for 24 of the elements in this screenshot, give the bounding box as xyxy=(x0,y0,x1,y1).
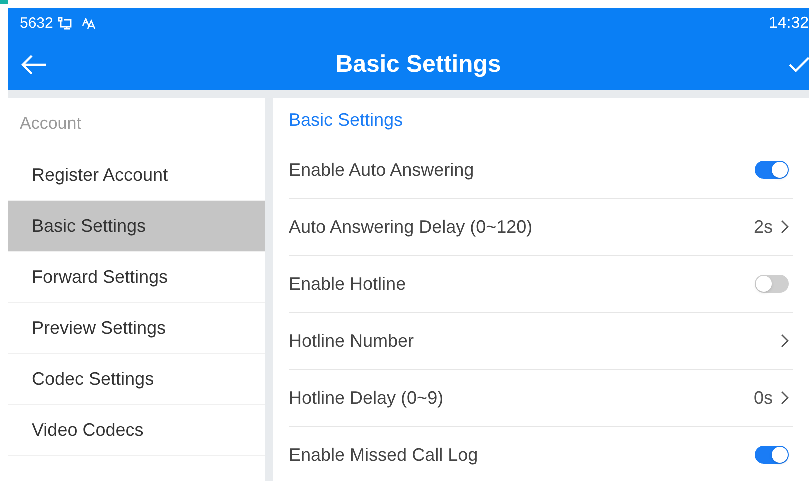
setting-value: 2s xyxy=(754,216,773,238)
checkmark-icon[interactable] xyxy=(789,57,809,73)
toggle-switch[interactable] xyxy=(755,161,789,179)
setting-label: Enable Missed Call Log xyxy=(289,444,478,467)
section-heading: Account xyxy=(20,113,82,136)
chevron-right-icon xyxy=(781,334,789,348)
back-arrow-icon[interactable] xyxy=(20,54,48,76)
network-icon xyxy=(58,17,74,31)
extension-number: 5632 xyxy=(20,14,54,34)
font-size-icon xyxy=(82,18,96,30)
setting-label: Hotline Number xyxy=(289,330,414,352)
chevron-right-icon xyxy=(781,220,789,234)
setting-label: Enable Auto Answering xyxy=(289,158,474,182)
toggle-switch[interactable] xyxy=(755,275,789,293)
clock-time: 14:32 xyxy=(768,14,809,34)
panel-heading: Basic Settings xyxy=(289,108,404,132)
setting-label: Hotline Delay (0~9) xyxy=(289,386,444,410)
chevron-right-icon xyxy=(781,391,789,405)
sidebar-item[interactable]: Basic Settings xyxy=(8,201,265,252)
setting-label: Auto Answering Delay (0~120) xyxy=(289,216,533,239)
setting-value: 0s xyxy=(754,386,773,410)
page-title: Basic Settings xyxy=(334,50,502,80)
setting-label: Enable Hotline xyxy=(289,272,406,296)
toggle-switch[interactable] xyxy=(755,446,789,464)
